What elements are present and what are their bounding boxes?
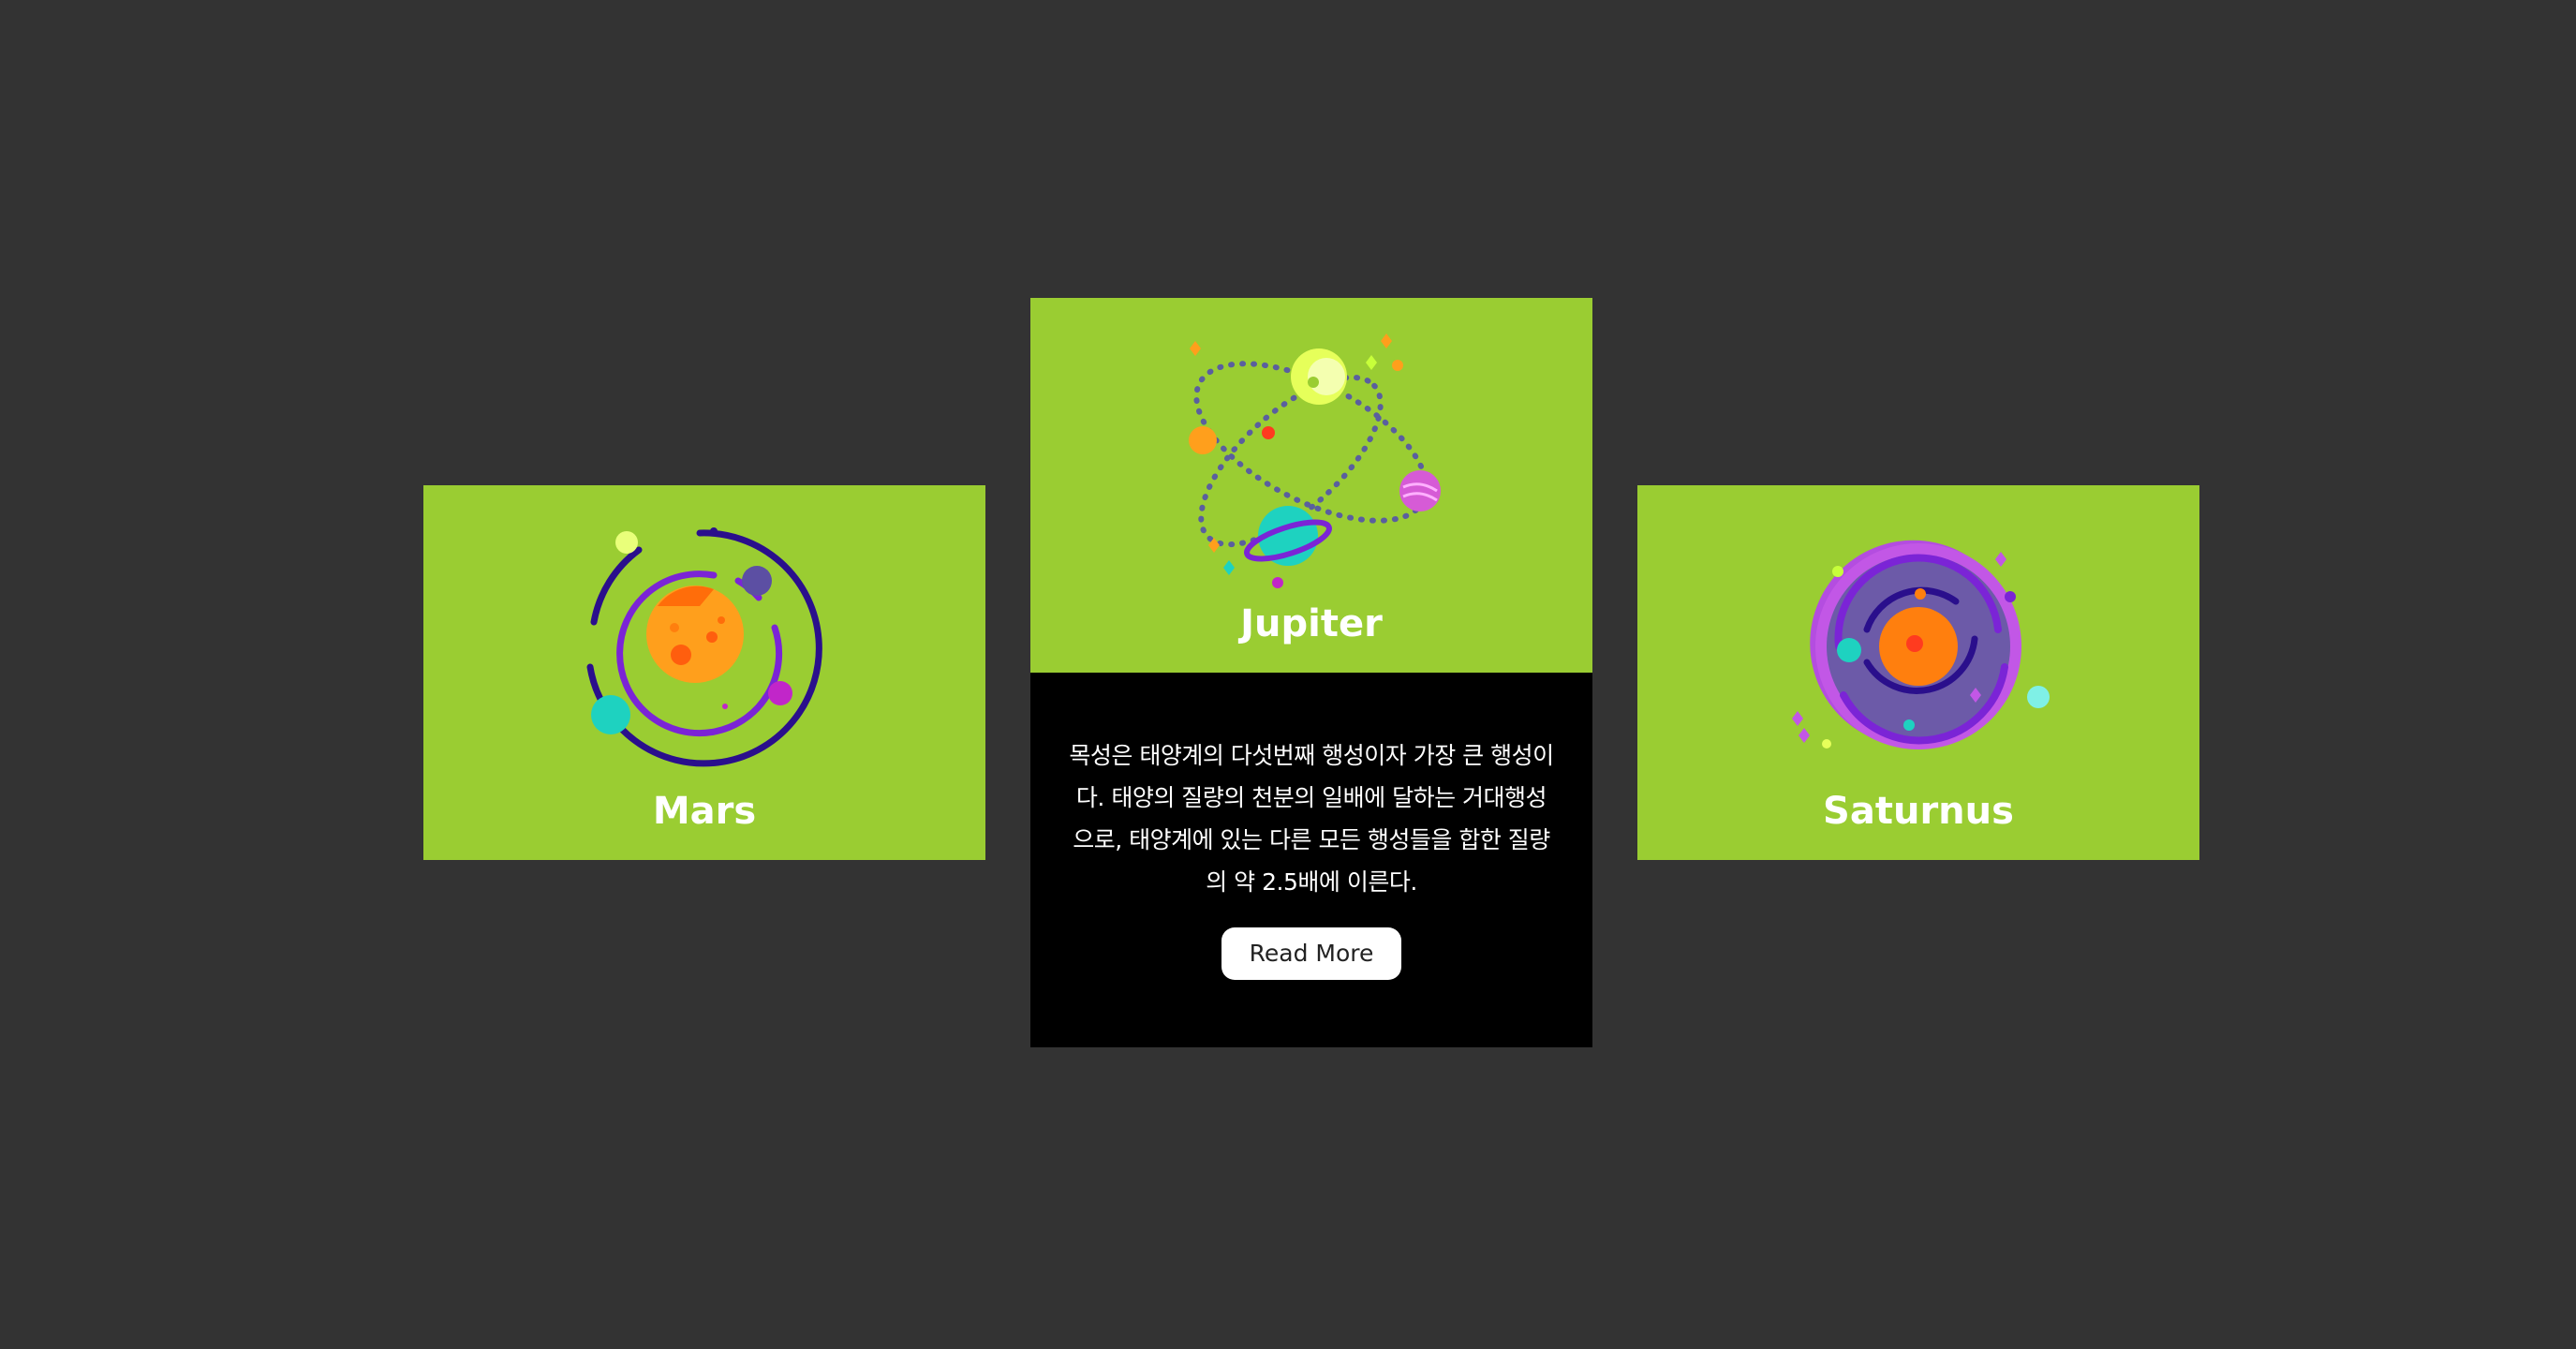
- solar-system-icon: [573, 517, 836, 779]
- card-jupiter[interactable]: Jupiter 목성은 태양계의 다섯번째 행성이자 가장 큰 행성이다. 태양…: [1030, 298, 1592, 1047]
- orbit-planets-icon: [1180, 330, 1443, 592]
- card-mars[interactable]: Mars: [423, 485, 985, 860]
- card-title: Saturnus: [1823, 790, 2014, 833]
- card-title: Mars: [652, 790, 757, 833]
- card-face: Jupiter: [1030, 298, 1592, 673]
- card-title: Jupiter: [1240, 602, 1383, 645]
- galaxy-vortex-icon: [1787, 517, 2050, 779]
- card-body: 목성은 태양계의 다섯번째 행성이자 가장 큰 행성이다. 태양의 질량의 천분…: [1030, 673, 1592, 1047]
- card-saturnus[interactable]: Saturnus: [1637, 485, 2199, 860]
- read-more-button[interactable]: Read More: [1221, 927, 1402, 980]
- card-face: Mars: [423, 485, 985, 860]
- card-face: Saturnus: [1637, 485, 2199, 860]
- card-description: 목성은 태양계의 다섯번째 행성이자 가장 큰 행성이다. 태양의 질량의 천분…: [1069, 742, 1554, 896]
